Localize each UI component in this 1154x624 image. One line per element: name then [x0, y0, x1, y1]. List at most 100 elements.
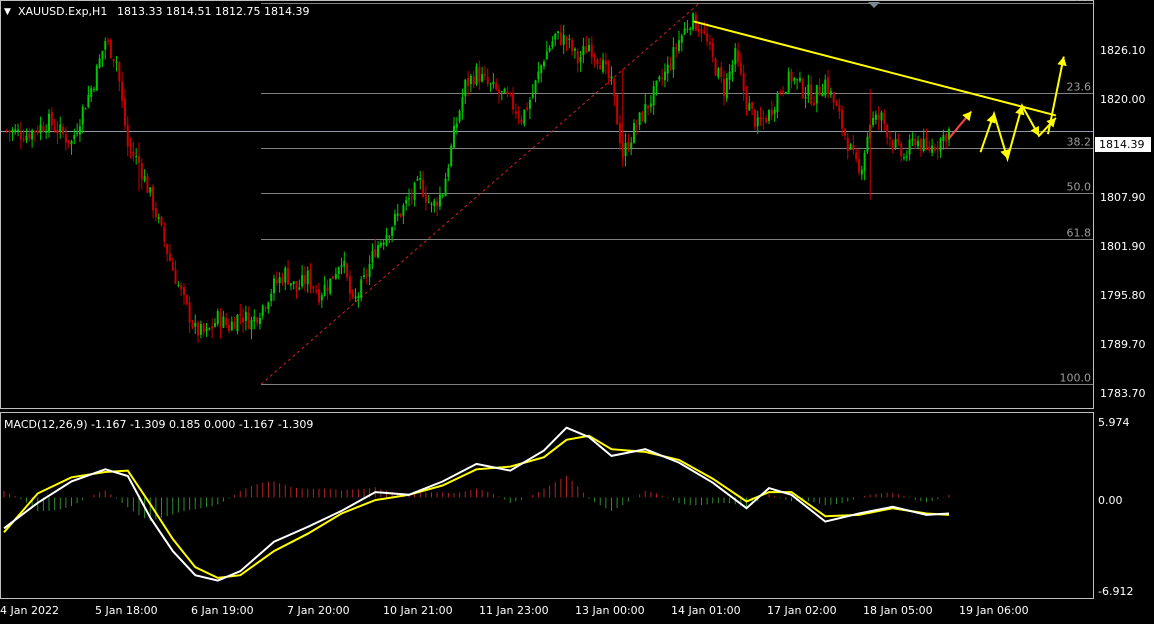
candle-bull [427, 202, 430, 204]
candle-bear [50, 112, 53, 126]
candle-bull [804, 96, 807, 99]
candle-bull [360, 279, 363, 299]
candle-bear [109, 39, 112, 59]
candle-bear [886, 124, 889, 138]
macd-axis-label: 5.974 [1098, 416, 1130, 429]
candle-bear [163, 226, 166, 242]
candle-bull [500, 91, 503, 93]
candle-bull [630, 142, 633, 150]
scroll-marker-icon[interactable] [868, 2, 880, 8]
candle-bull [76, 132, 79, 134]
candle-bull [104, 41, 107, 50]
candle-bull [379, 242, 382, 247]
projection-arrow [1047, 56, 1065, 135]
candle-bull [588, 45, 590, 52]
candle-bear [700, 29, 703, 34]
candle-bull [93, 88, 95, 90]
candle-bear [326, 287, 329, 291]
chart-menu-icon[interactable]: ▼ [4, 7, 11, 17]
candle-bull [748, 103, 751, 111]
candle-bear [858, 159, 860, 173]
candle-bull [866, 136, 869, 152]
candle-bull [523, 109, 526, 125]
candle-bear [197, 322, 200, 336]
candle-bear [675, 47, 678, 50]
candle-bear [424, 194, 427, 203]
candle-bear [228, 324, 230, 331]
candle-bull [377, 245, 380, 258]
candle-bear [410, 196, 413, 198]
candle-bull [149, 187, 152, 193]
time-tick-label: 14 Jan 01:00 [671, 604, 741, 617]
candle-bear [495, 82, 498, 90]
candle-bull [917, 140, 920, 147]
price-axis: 1826.10 1820.00 1807.90 1801.90 1795.80 … [1100, 44, 1146, 400]
candle-bear [751, 102, 754, 109]
candle-bull [194, 322, 197, 327]
candle-bear [303, 275, 306, 284]
candle-bear [832, 92, 835, 103]
candle-bear [841, 109, 844, 129]
candle-bull [768, 110, 770, 121]
price-tick-label: 1801.90 [1100, 240, 1146, 253]
candle-bear [281, 277, 284, 284]
candle-bear [53, 126, 56, 132]
candle-bull [464, 79, 467, 97]
candle-bear [590, 44, 593, 58]
candle-bull [624, 142, 627, 157]
candle-bear [720, 67, 723, 78]
candle-bull [25, 135, 28, 141]
candle-bull [731, 65, 734, 74]
candle-bull [329, 278, 332, 294]
candle-bull [413, 182, 416, 200]
resistance-trendline [693, 20, 1057, 117]
candle-bull [391, 227, 394, 236]
fib-level-label: 100.0 [1060, 372, 1092, 385]
candle-bear [517, 113, 520, 119]
candle-bear [399, 213, 402, 217]
candle-bear [160, 216, 163, 226]
candle-bull [292, 281, 295, 285]
candle-bull [545, 51, 548, 60]
candlestick-series [5, 11, 950, 343]
price-pane-frame [0, 0, 1094, 409]
time-tick-label: 6 Jan 19:00 [191, 604, 254, 617]
trading-chart[interactable]: ▼ XAUUSD.Exp,H1 1813.33 1814.51 1812.75 … [0, 0, 1154, 620]
candle-bear [422, 179, 425, 197]
candle-bear [287, 268, 290, 285]
candle-bull [663, 71, 666, 81]
candle-bull [441, 195, 444, 197]
candle-bull [602, 59, 605, 72]
candle-bull [776, 93, 779, 112]
candle-bear [346, 263, 349, 278]
chart-canvas[interactable]: ▼ XAUUSD.Exp,H1 1813.33 1814.51 1812.75 … [0, 0, 1154, 620]
candle-bull [17, 129, 20, 132]
candle-bull [824, 79, 827, 96]
candle-bull [306, 270, 309, 285]
candle-bear [239, 314, 242, 316]
candle-bull [48, 113, 50, 133]
candle-bear [708, 42, 711, 45]
candle-bull [177, 284, 180, 286]
candle-bull [450, 145, 453, 166]
candle-bear [202, 323, 205, 333]
candle-bull [388, 235, 391, 237]
candle-bull [157, 217, 160, 219]
candle-bull [610, 76, 613, 79]
candle-bear [843, 129, 846, 136]
candle-bear [742, 72, 745, 92]
candle-bull [84, 108, 87, 110]
candle-bull [489, 83, 492, 85]
candle-bull [540, 65, 543, 74]
candle-bull [796, 79, 799, 81]
candle-bull [638, 112, 641, 126]
candle-bull [73, 135, 76, 140]
trendline-annotations[interactable] [693, 20, 1067, 163]
candle-bull [408, 198, 410, 200]
candle-bull [931, 145, 934, 153]
candle-bear [883, 112, 886, 125]
price-tick-label: 1826.10 [1100, 44, 1146, 57]
candle-bull [798, 77, 801, 81]
candle-bull [143, 176, 146, 181]
candle-bear [706, 33, 709, 42]
